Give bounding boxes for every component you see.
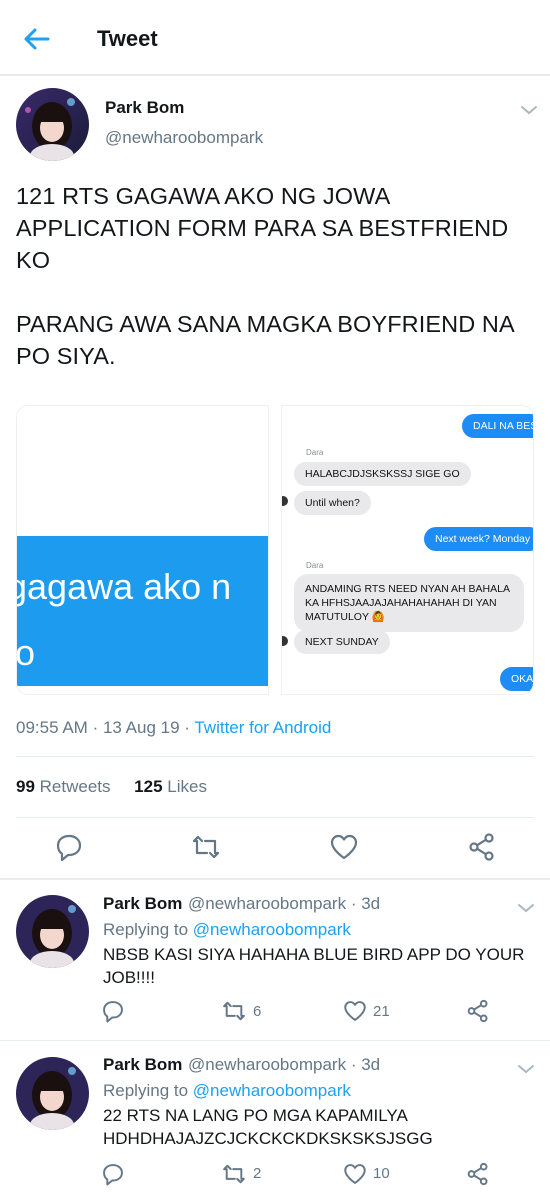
tweet-image-1[interactable]: gagawa ako n o xyxy=(16,405,269,695)
tweet-client-link[interactable]: Twitter for Android xyxy=(194,718,331,737)
chevron-down-icon[interactable] xyxy=(520,103,538,115)
replying-to: Replying to @newharoobompark xyxy=(103,920,351,940)
reply-icon[interactable] xyxy=(100,1161,126,1187)
engagement-counts: 99 Retweets 125 Likes xyxy=(16,777,207,797)
retweet-count: 2 xyxy=(253,1165,262,1182)
chat-bubble-incoming: NEXT SUNDAY xyxy=(294,630,390,654)
chat-bubble-outgoing: DALI NA BES xyxy=(462,414,533,438)
page-title: Tweet xyxy=(97,26,158,51)
divider xyxy=(16,817,534,818)
divider xyxy=(16,756,534,757)
tweet-image-2[interactable]: DALI NA BES Dara HALABCJDJSKSKSSJ SIGE G… xyxy=(281,405,534,695)
chat-bubble-incoming: ANDAMING RTS NEED NYAN AH BAHALA KA HFHS… xyxy=(294,574,524,632)
image-blue-band: gagawa ako n o xyxy=(16,536,268,686)
retweets-count: 99 xyxy=(16,777,35,796)
reply-icon[interactable] xyxy=(100,998,126,1024)
reply-handle: @newharoobompark xyxy=(188,1055,347,1074)
replying-to: Replying to @newharoobompark xyxy=(103,1081,351,1101)
share-icon[interactable] xyxy=(466,831,498,863)
meta-dot: · xyxy=(92,718,103,737)
replying-to-link[interactable]: @newharoobompark xyxy=(193,1081,351,1100)
reply-author-name[interactable]: Park Bom xyxy=(103,894,182,914)
like-count: 21 xyxy=(373,1003,390,1020)
replying-to-link[interactable]: @newharoobompark xyxy=(193,920,351,939)
reply-author-handle[interactable]: @newharoobompark · 3d xyxy=(188,894,380,914)
reply-age: · 3d xyxy=(350,894,381,913)
like-icon[interactable] xyxy=(342,1161,368,1187)
like-icon[interactable] xyxy=(328,831,360,863)
chat-avatar xyxy=(282,496,288,506)
avatar[interactable] xyxy=(16,88,89,161)
retweet-count: 6 xyxy=(253,1003,262,1020)
tweet-text-paragraph: PARANG AWA SANA MAGKA BOYFRIEND NA PO SI… xyxy=(16,311,514,369)
chevron-down-icon[interactable] xyxy=(517,1062,535,1074)
reply-age: · 3d xyxy=(350,1055,381,1074)
like-icon[interactable] xyxy=(342,998,368,1024)
avatar[interactable] xyxy=(16,895,89,968)
reply-handle: @newharoobompark xyxy=(188,894,347,913)
image-text: o xyxy=(16,632,36,673)
tweet-text: 121 RTS GAGAWA AKO NG JOWA APPLICATION F… xyxy=(16,180,536,404)
retweets-label: Retweets xyxy=(39,777,111,796)
author-name[interactable]: Park Bom xyxy=(105,98,184,118)
chevron-down-icon[interactable] xyxy=(517,901,535,913)
meta-dot: · xyxy=(184,718,195,737)
chat-bubble-outgoing: Next week? Monday xyxy=(424,527,533,551)
replying-label: Replying to xyxy=(103,1081,189,1100)
top-bar: Tweet xyxy=(0,0,550,76)
chat-bubble-incoming: Until when? xyxy=(294,491,371,515)
section-separator xyxy=(0,878,550,880)
tweet-date: 13 Aug 19 xyxy=(102,718,180,737)
tweet-time: 09:55 AM xyxy=(16,718,88,737)
like-count: 10 xyxy=(373,1165,390,1182)
likes-count: 125 xyxy=(134,777,163,796)
share-icon[interactable] xyxy=(465,998,491,1024)
author-handle[interactable]: @newharoobompark xyxy=(105,128,263,148)
likes-stat[interactable]: 125 Likes xyxy=(134,777,207,796)
retweets-stat[interactable]: 99 Retweets xyxy=(16,777,111,796)
reply-icon[interactable] xyxy=(53,831,85,863)
retweet-icon[interactable] xyxy=(190,831,222,863)
retweet-icon[interactable] xyxy=(221,998,247,1024)
replying-label: Replying to xyxy=(103,920,189,939)
likes-label: Likes xyxy=(167,777,207,796)
chat-sender-name: Dara xyxy=(306,561,324,570)
image-text: gagawa ako n xyxy=(16,566,232,607)
reply-author-name[interactable]: Park Bom xyxy=(103,1055,182,1075)
chat-sender-name: Dara xyxy=(306,448,324,457)
reply-author-handle[interactable]: @newharoobompark · 3d xyxy=(188,1055,380,1075)
reply-text: NBSB KASI SIYA HAHAHA BLUE BIRD APP DO Y… xyxy=(103,945,525,987)
share-icon[interactable] xyxy=(465,1161,491,1187)
back-arrow-icon[interactable] xyxy=(20,22,54,56)
chat-avatar xyxy=(282,636,288,646)
chat-bubble-incoming: HALABCJDJSKSKSSJ SIGE GO xyxy=(294,462,471,486)
retweet-icon[interactable] xyxy=(221,1161,247,1187)
avatar[interactable] xyxy=(16,1057,89,1130)
tweet-meta: 09:55 AM · 13 Aug 19 · Twitter for Andro… xyxy=(16,718,331,738)
reply-text: 22 RTS NA LANG PO MGA KAPAMILYA HDHDHAJA… xyxy=(103,1106,433,1148)
chat-bubble-outgoing: OKAY xyxy=(500,667,533,691)
tweet-text-paragraph: 121 RTS GAGAWA AKO NG JOWA APPLICATION F… xyxy=(16,183,509,273)
section-separator xyxy=(0,1040,550,1041)
